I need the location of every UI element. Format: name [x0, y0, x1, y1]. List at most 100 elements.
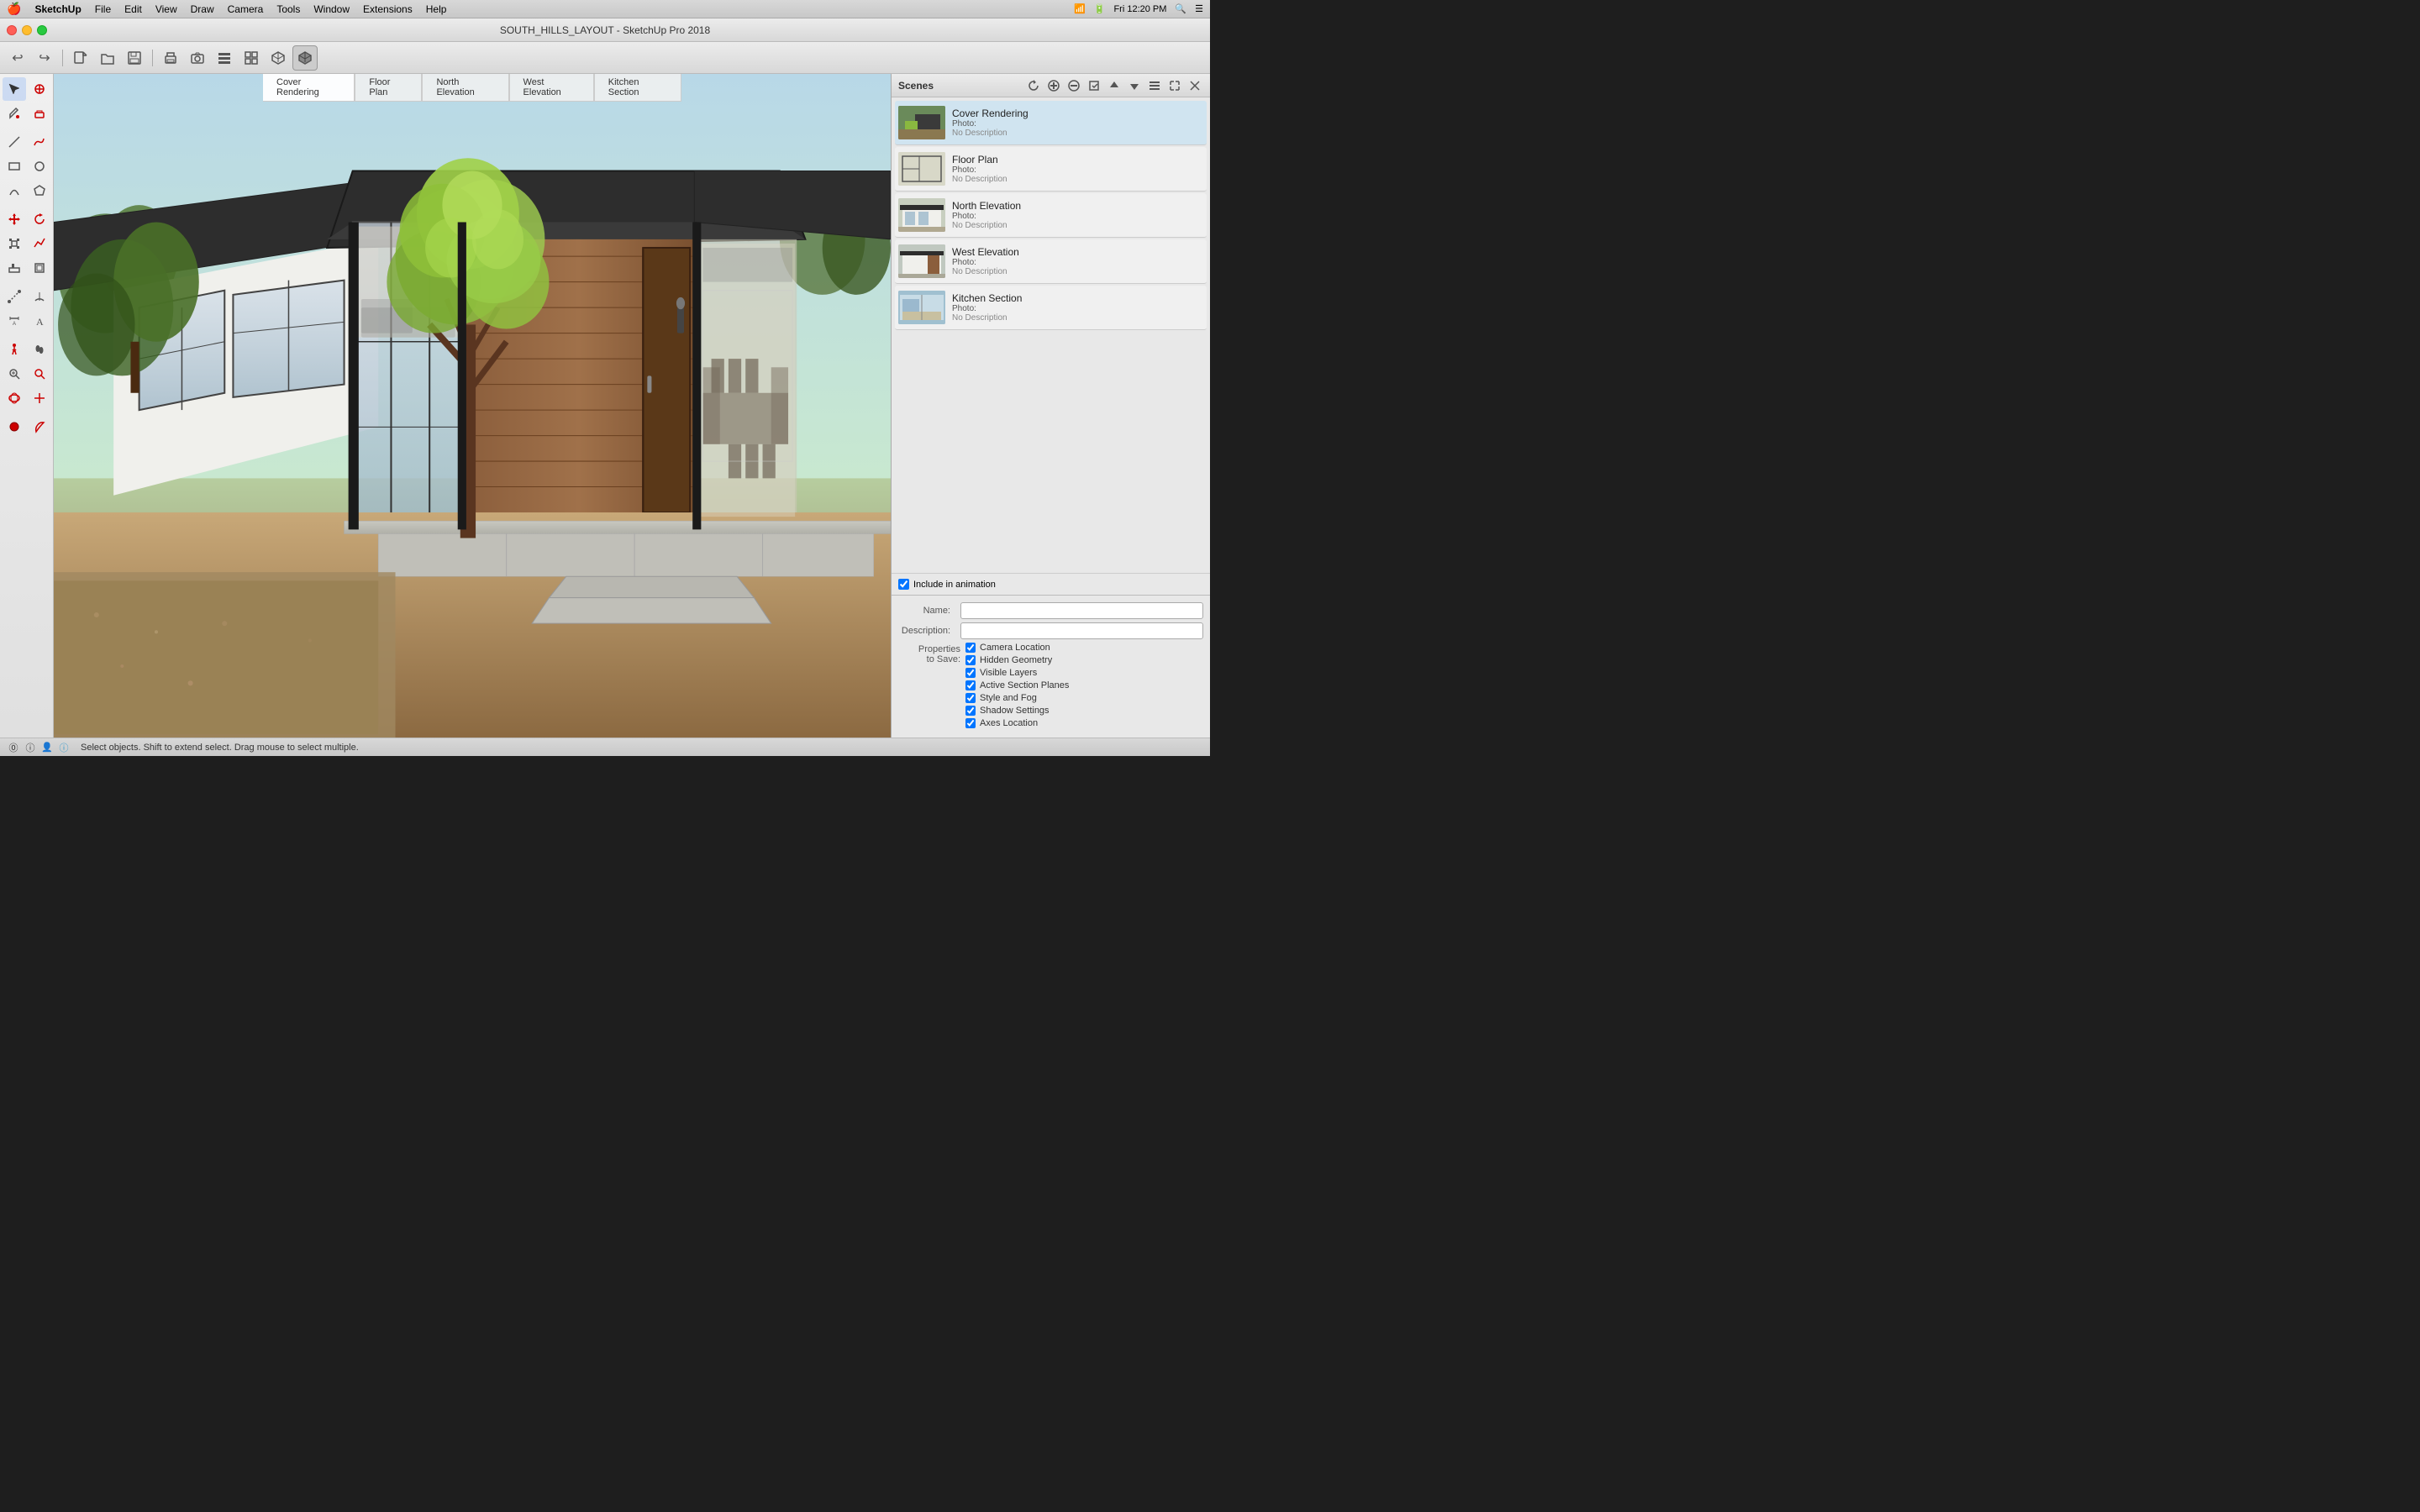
viewport[interactable]: Cover Rendering Floor Plan North Elevati… — [54, 74, 891, 738]
select-2-tool[interactable] — [28, 77, 51, 101]
menu-tools[interactable]: Tools — [276, 3, 300, 15]
svg-text:A: A — [12, 322, 15, 327]
move-up-icon[interactable] — [1106, 77, 1123, 94]
hidden-geometry-label: Hidden Geometry — [980, 655, 1052, 665]
pan-tool[interactable] — [28, 386, 51, 410]
text-tool[interactable]: A — [28, 309, 51, 333]
scene-info-north: North Elevation Photo: No Description — [952, 200, 1203, 230]
scene-item-north[interactable]: North Elevation Photo: No Description — [895, 193, 1207, 238]
scene-item-floor[interactable]: Floor Plan Photo: No Description — [895, 147, 1207, 192]
redo-button[interactable]: ↪ — [32, 45, 57, 71]
list-button[interactable] — [212, 45, 237, 71]
tab-north-elevation[interactable]: North Elevation — [422, 74, 508, 102]
status-icon-2[interactable]: ⓘ — [24, 741, 37, 754]
arrow-cube-button[interactable] — [292, 45, 318, 71]
status-icon-3[interactable]: 👤 — [40, 741, 54, 754]
dimension-tool[interactable]: A — [3, 309, 26, 333]
shadow-settings-checkbox[interactable] — [965, 706, 976, 716]
scene-thumbnail-floor — [898, 152, 945, 186]
menu-draw[interactable]: Draw — [191, 3, 214, 15]
hidden-geometry-checkbox[interactable] — [965, 655, 976, 665]
camera-location-checkbox[interactable] — [965, 643, 976, 653]
notification-icon[interactable]: ☰ — [1195, 3, 1203, 14]
walk-tool[interactable] — [3, 338, 26, 361]
eraser-tool[interactable] — [28, 102, 51, 125]
scenes-panel: Scenes — [891, 74, 1210, 738]
zoom-window-tool[interactable] — [28, 362, 51, 386]
menu-sketchup[interactable]: SketchUp — [34, 3, 81, 15]
polygon-tool[interactable] — [28, 179, 51, 202]
move-tool[interactable] — [3, 207, 26, 231]
menu-extensions[interactable]: Extensions — [363, 3, 413, 15]
include-animation-checkbox[interactable] — [898, 579, 909, 590]
footprint-tool[interactable] — [28, 338, 51, 361]
grid-button[interactable] — [239, 45, 264, 71]
arc-tool[interactable] — [3, 179, 26, 202]
menu-camera[interactable]: Camera — [228, 3, 264, 15]
scale-tool[interactable] — [3, 232, 26, 255]
active-section-checkbox[interactable] — [965, 680, 976, 690]
update-scene-icon[interactable] — [1086, 77, 1102, 94]
paint-tool[interactable] — [3, 102, 26, 125]
print-button[interactable] — [158, 45, 183, 71]
menu-help[interactable]: Help — [426, 3, 447, 15]
select-tool[interactable] — [3, 77, 26, 101]
expand-icon[interactable] — [1166, 77, 1183, 94]
axes-location-label: Axes Location — [980, 718, 1038, 728]
follow-me-tool[interactable] — [3, 256, 26, 280]
visible-layers-checkbox[interactable] — [965, 668, 976, 678]
menu-file[interactable]: File — [95, 3, 111, 15]
list-view-icon[interactable] — [1146, 77, 1163, 94]
status-icon-4: ⓘ — [57, 741, 71, 754]
refresh-icon[interactable] — [1025, 77, 1042, 94]
remove-scene-icon[interactable] — [1065, 77, 1082, 94]
tab-west-elevation[interactable]: West Elevation — [509, 74, 594, 102]
maximize-button[interactable] — [37, 25, 47, 35]
menu-view[interactable]: View — [155, 3, 177, 15]
search-icon[interactable]: 🔍 — [1175, 3, 1186, 14]
freehand-tool[interactable] — [28, 130, 51, 154]
line-tool[interactable] — [3, 130, 26, 154]
circle-tool[interactable] — [28, 155, 51, 178]
protractor-tool[interactable] — [28, 285, 51, 308]
rectangle-tool[interactable] — [3, 155, 26, 178]
move-down-icon[interactable] — [1126, 77, 1143, 94]
rotate-tool[interactable] — [28, 207, 51, 231]
tab-cover-rendering[interactable]: Cover Rendering — [263, 74, 355, 102]
close-button[interactable] — [7, 25, 17, 35]
menu-edit[interactable]: Edit — [124, 3, 142, 15]
close-panel-icon[interactable] — [1186, 77, 1203, 94]
open-button[interactable] — [95, 45, 120, 71]
panel-title: Scenes — [898, 80, 934, 92]
offset-tool[interactable] — [28, 256, 51, 280]
axes-location-checkbox[interactable] — [965, 718, 976, 728]
zoom-tool[interactable] — [3, 362, 26, 386]
include-animation-row: Include in animation — [892, 573, 1210, 595]
tab-kitchen-section[interactable]: Kitchen Section — [594, 74, 681, 102]
save-button[interactable] — [122, 45, 147, 71]
scene-item-west[interactable]: West Elevation Photo: No Description — [895, 239, 1207, 284]
active-section-label: Active Section Planes — [980, 680, 1069, 690]
add-scene-icon[interactable] — [1045, 77, 1062, 94]
scene-item-cover[interactable]: Cover Rendering Photo: No Description — [895, 101, 1207, 145]
style-fog-checkbox[interactable] — [965, 693, 976, 703]
undo-button[interactable]: ↩ — [5, 45, 30, 71]
tape-tool[interactable] — [3, 285, 26, 308]
menu-window[interactable]: Window — [313, 3, 350, 15]
status-icon-1[interactable]: ⓪ — [7, 741, 20, 754]
orbit-tool[interactable] — [3, 386, 26, 410]
tab-floor-plan[interactable]: Floor Plan — [355, 74, 422, 102]
main-layout: A A — [0, 74, 1210, 738]
apple-menu[interactable]: 🍎 — [7, 2, 21, 16]
cube-button[interactable] — [266, 45, 291, 71]
minimize-button[interactable] — [22, 25, 32, 35]
new-button[interactable] — [68, 45, 93, 71]
camera-button[interactable] — [185, 45, 210, 71]
scene-desc-floor: No Description — [952, 175, 1203, 184]
description-input[interactable] — [960, 622, 1203, 639]
scene-item-kitchen[interactable]: Kitchen Section Photo: No Description — [895, 286, 1207, 330]
push-pull-tool[interactable] — [28, 232, 51, 255]
name-input[interactable] — [960, 602, 1203, 619]
feather-tool[interactable] — [28, 415, 51, 438]
color-picker-tool[interactable] — [3, 415, 26, 438]
